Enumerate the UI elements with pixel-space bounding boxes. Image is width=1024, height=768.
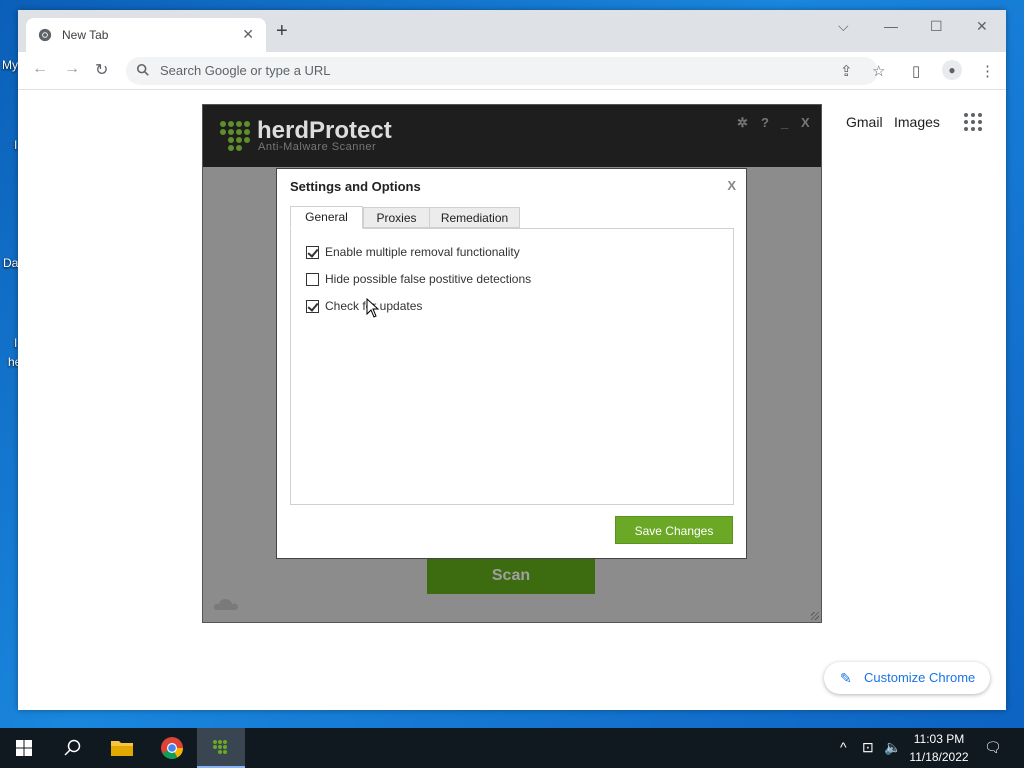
herdprotect-taskbar-button[interactable] bbox=[197, 728, 245, 768]
tab-strip: New Tab ✕ + ⌵ — ☐ ✕ bbox=[18, 10, 1006, 52]
checkbox[interactable] bbox=[306, 300, 319, 313]
general-tab-panel: Enable multiple removal functionality Hi… bbox=[290, 228, 734, 505]
share-icon[interactable]: ⇪ bbox=[840, 62, 853, 80]
desktop-icon-label[interactable]: I bbox=[14, 336, 17, 350]
herdprotect-icon bbox=[213, 740, 227, 754]
search-icon bbox=[136, 63, 149, 76]
menu-kebab-icon[interactable]: ⋮ bbox=[980, 62, 995, 80]
option-label: Enable multiple removal functionality bbox=[325, 245, 520, 259]
start-button[interactable] bbox=[0, 728, 48, 768]
option-label: Hide possible false postitive detections bbox=[325, 272, 532, 286]
show-hidden-icons-icon[interactable]: ^ bbox=[840, 739, 847, 755]
network-icon[interactable]: ⊡ bbox=[862, 739, 874, 756]
desktop-icon-label[interactable]: I bbox=[14, 138, 17, 152]
herdprotect-header: herdProtect Anti-Malware Scanner ✲ ? _ X bbox=[203, 105, 821, 167]
mouse-cursor-icon bbox=[366, 298, 380, 318]
chrome-icon bbox=[161, 737, 183, 759]
scan-button[interactable]: Scan bbox=[427, 559, 595, 594]
profile-avatar-icon[interactable]: ● bbox=[942, 60, 962, 80]
forward-icon[interactable]: → bbox=[64, 60, 80, 78]
reload-icon[interactable]: ↻ bbox=[95, 60, 108, 80]
bookmark-star-icon[interactable]: ☆ bbox=[872, 62, 885, 80]
tab-close-icon[interactable]: ✕ bbox=[242, 26, 254, 43]
google-apps-icon[interactable] bbox=[964, 113, 982, 131]
save-changes-button[interactable]: Save Changes bbox=[615, 516, 733, 544]
file-explorer-button[interactable] bbox=[98, 728, 146, 768]
clock-date[interactable]: 11/18/2022 bbox=[906, 750, 972, 764]
tab-proxies[interactable]: Proxies bbox=[363, 207, 430, 228]
chrome-taskbar-button[interactable] bbox=[148, 728, 196, 768]
checkbox[interactable] bbox=[306, 246, 319, 259]
tab-new-tab[interactable]: New Tab ✕ bbox=[26, 18, 266, 52]
chrome-favicon-icon bbox=[38, 28, 52, 42]
cloud-icon[interactable] bbox=[213, 597, 239, 611]
side-panel-icon[interactable]: ▯ bbox=[912, 62, 920, 80]
settings-dialog: Settings and Options X General Proxies R… bbox=[276, 168, 747, 559]
customize-chrome-label: Customize Chrome bbox=[864, 670, 976, 685]
taskbar: ^ ⊡ 🔈 11:03 PM 11/18/2022 🗨 bbox=[0, 728, 1024, 768]
desktop-icon-label[interactable]: My bbox=[2, 58, 18, 72]
tab-title: New Tab bbox=[62, 28, 109, 42]
dialog-close-button[interactable]: X bbox=[727, 178, 736, 193]
address-bar[interactable]: Search Google or type a URL bbox=[126, 57, 878, 85]
customize-chrome-button[interactable]: ✎ Customize Chrome bbox=[824, 662, 990, 694]
resize-grip[interactable] bbox=[811, 612, 819, 620]
windows-logo-icon bbox=[16, 740, 32, 756]
address-placeholder: Search Google or type a URL bbox=[160, 63, 331, 78]
browser-toolbar: ← → ↻ Search Google or type a URL ⇪ ☆ ▯ … bbox=[18, 52, 1006, 90]
herdprotect-tagline: Anti-Malware Scanner bbox=[258, 141, 377, 153]
dialog-title: Settings and Options bbox=[290, 179, 421, 194]
search-icon bbox=[64, 739, 81, 756]
gmail-link[interactable]: Gmail bbox=[846, 114, 883, 130]
desktop-icon-label[interactable]: Da bbox=[3, 256, 18, 270]
minimize-button[interactable]: — bbox=[884, 18, 898, 34]
herdprotect-logo-icon bbox=[220, 121, 250, 151]
clock-time[interactable]: 11:03 PM bbox=[906, 732, 972, 746]
hp-help-icon[interactable]: ? bbox=[761, 115, 769, 130]
images-link[interactable]: Images bbox=[894, 114, 940, 130]
new-tab-button[interactable]: + bbox=[276, 21, 288, 41]
pencil-icon: ✎ bbox=[840, 670, 852, 686]
hp-minimize-button[interactable]: _ bbox=[781, 115, 788, 130]
tab-general[interactable]: General bbox=[290, 206, 363, 229]
notifications-icon[interactable]: 🗨 bbox=[984, 739, 1002, 756]
hp-close-button[interactable]: X bbox=[801, 115, 810, 130]
checkbox[interactable] bbox=[306, 273, 319, 286]
volume-icon[interactable]: 🔈 bbox=[884, 739, 901, 756]
tab-remediation[interactable]: Remediation bbox=[429, 207, 520, 228]
tab-search-icon[interactable]: ⌵ bbox=[838, 18, 849, 35]
maximize-button[interactable]: ☐ bbox=[930, 18, 943, 35]
hp-settings-icon[interactable]: ✲ bbox=[737, 115, 748, 131]
search-taskbar-button[interactable] bbox=[48, 728, 96, 768]
close-window-button[interactable]: ✕ bbox=[976, 18, 988, 35]
folder-icon bbox=[111, 741, 133, 756]
back-icon[interactable]: ← bbox=[32, 60, 48, 78]
